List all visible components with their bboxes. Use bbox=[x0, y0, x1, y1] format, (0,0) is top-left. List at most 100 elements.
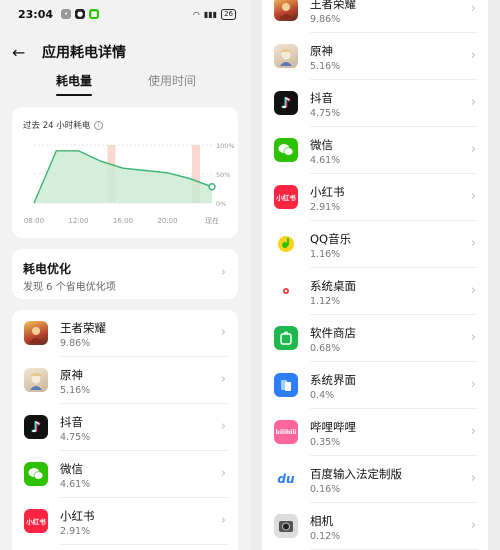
app-battery-percent: 1.16% bbox=[310, 249, 341, 260]
app-name: QQ音乐 bbox=[310, 232, 352, 246]
app-row[interactable]: 小红书 小红书 2.91% › bbox=[262, 174, 488, 221]
icon-glyph: bilibili bbox=[275, 428, 297, 436]
chevron-right-icon: › bbox=[470, 236, 476, 251]
genshin-impact-icon bbox=[24, 368, 48, 392]
app-notify-icon: ■ bbox=[89, 9, 100, 19]
chevron-right-icon: › bbox=[470, 377, 476, 392]
app-row[interactable]: 软件商店 0.68% › bbox=[262, 315, 488, 362]
app-battery-percent: 0.68% bbox=[310, 343, 341, 354]
y-tick-label: 0% bbox=[216, 200, 226, 208]
power-optimization-card[interactable]: 耗电优化 发现 6 个省电优化项 › bbox=[12, 249, 238, 299]
chevron-right-icon: › bbox=[470, 518, 476, 533]
chevron-right-icon: › bbox=[470, 142, 476, 157]
xiaohongshu-icon: 小红书 bbox=[274, 185, 298, 209]
arrow-left-icon[interactable]: ← bbox=[12, 43, 34, 62]
app-name: 哔哩哔哩 bbox=[310, 420, 356, 434]
chevron-right-icon: › bbox=[220, 372, 226, 387]
app-battery-percent: 1.12% bbox=[310, 296, 341, 307]
app-battery-percent: 5.16% bbox=[310, 61, 341, 72]
tab-power-usage[interactable]: 耗电量 bbox=[56, 72, 92, 89]
app-name: 微信 bbox=[60, 462, 83, 476]
app-name: 百度输入法定制版 bbox=[310, 467, 402, 481]
app-battery-percent: 0.12% bbox=[310, 531, 341, 542]
app-battery-percent: 4.61% bbox=[310, 155, 341, 166]
chevron-right-icon: › bbox=[220, 325, 226, 340]
status-right: ◠ ▮▮▮ 26 bbox=[193, 8, 236, 20]
douyin-icon: ♪ bbox=[274, 91, 298, 115]
chat-icon: ● bbox=[75, 9, 86, 19]
left-pane: 23:04 • ● ■ ◠ ▮▮▮ 26 ← 应用耗电详情 耗电量 使用时间 1… bbox=[0, 0, 250, 550]
app-name: 小红书 bbox=[60, 509, 95, 523]
system-launcher-icon bbox=[274, 279, 298, 303]
app-row[interactable]: 相机 0.12% › bbox=[262, 503, 488, 550]
chevron-right-icon: › bbox=[470, 95, 476, 110]
app-row[interactable]: 原神 5.16% › bbox=[262, 33, 488, 80]
app-name: 原神 bbox=[60, 368, 83, 382]
signal-icon: ▮▮▮ bbox=[203, 9, 218, 19]
app-name: 抖音 bbox=[60, 415, 83, 429]
chevron-right-icon: › bbox=[220, 265, 226, 280]
optimization-subtitle: 发现 6 个省电优化项 bbox=[23, 282, 116, 293]
chevron-right-icon: › bbox=[470, 283, 476, 298]
app-list-left: 王者荣耀 9.86% › 原神 5.16% › ♪ 抖音 4.75% › 微信 4.61% › 小红书 小红… bbox=[12, 310, 238, 550]
chevron-right-icon: › bbox=[470, 48, 476, 63]
app-row[interactable]: 系统界面 0.4% › bbox=[262, 362, 488, 409]
app-name: 微信 bbox=[310, 138, 333, 152]
chart-point-current bbox=[208, 183, 216, 191]
divider bbox=[60, 544, 228, 545]
battery-icon: 26 bbox=[221, 8, 236, 20]
app-battery-percent: 9.86% bbox=[60, 338, 91, 349]
x-tick-label: 08:00 bbox=[24, 217, 44, 225]
app-battery-percent: 4.75% bbox=[310, 108, 341, 119]
optimization-title: 耗电优化 bbox=[23, 262, 72, 276]
qq-music-icon bbox=[274, 232, 298, 256]
baidu-input-icon: du bbox=[274, 467, 298, 491]
active-tab-indicator bbox=[56, 94, 92, 96]
genshin-impact-icon bbox=[274, 44, 298, 68]
app-name: 软件商店 bbox=[310, 326, 356, 340]
app-row[interactable]: ♪ 抖音 4.75% › bbox=[262, 80, 488, 127]
status-bar: 23:04 • ● ■ ◠ ▮▮▮ 26 bbox=[18, 6, 236, 22]
app-name: 小红书 bbox=[310, 185, 345, 199]
chevron-right-icon: › bbox=[470, 189, 476, 204]
info-icon[interactable]: i bbox=[94, 120, 104, 130]
icon-glyph: 小红书 bbox=[276, 194, 296, 202]
app-row[interactable]: QQ音乐 1.16% › bbox=[262, 221, 488, 268]
xiaohongshu-icon: 小红书 bbox=[24, 509, 48, 533]
app-battery-percent: 0.4% bbox=[310, 390, 335, 401]
app-row[interactable]: bilibili 哔哩哔哩 0.35% › bbox=[262, 409, 488, 456]
app-row[interactable]: 王者荣耀 9.86% › bbox=[12, 310, 238, 357]
y-tick-label: 50% bbox=[216, 171, 230, 179]
app-battery-percent: 4.61% bbox=[60, 479, 91, 490]
chevron-right-icon: › bbox=[470, 471, 476, 486]
chart-title: 过去 24 小时耗电 bbox=[23, 121, 91, 131]
app-list-right: 王者荣耀 9.86% › 原神 5.16% › ♪ 抖音 4.75% › 微信 4.61% › 小红书 小红… bbox=[262, 0, 488, 550]
app-battery-percent: 4.75% bbox=[60, 432, 91, 443]
app-battery-percent: 5.16% bbox=[60, 385, 91, 396]
app-row[interactable]: 原神 5.16% › bbox=[12, 357, 238, 404]
app-row[interactable]: 微信 4.61% › bbox=[12, 451, 238, 498]
page-title: 应用耗电详情 bbox=[42, 45, 126, 61]
x-tick-label: 16:00 bbox=[113, 217, 133, 225]
app-name: 王者荣耀 bbox=[310, 0, 356, 11]
app-name: 原神 bbox=[310, 44, 333, 58]
app-row[interactable]: 系统桌面 1.12% › bbox=[262, 268, 488, 315]
tab-usage-time[interactable]: 使用时间 bbox=[148, 72, 196, 89]
chevron-right-icon: › bbox=[220, 513, 226, 528]
chevron-right-icon: › bbox=[470, 424, 476, 439]
chevron-right-icon: › bbox=[220, 419, 226, 434]
app-row[interactable]: ♪ 抖音 4.75% › bbox=[12, 404, 238, 451]
app-battery-percent: 9.86% bbox=[310, 14, 341, 25]
app-row[interactable]: 王者荣耀 9.86% › bbox=[262, 0, 488, 33]
app-store-icon bbox=[274, 326, 298, 350]
app-row[interactable]: 小红书 小红书 2.91% › bbox=[12, 498, 238, 545]
app-name: 相机 bbox=[310, 514, 333, 528]
app-row[interactable]: 微信 4.61% › bbox=[262, 127, 488, 174]
x-tick-label: 现在 bbox=[205, 216, 219, 225]
wechat-icon bbox=[24, 462, 48, 486]
notification-dot-icon: • bbox=[61, 9, 72, 19]
chart-title-row: 过去 24 小时耗电 i bbox=[23, 119, 104, 131]
app-row[interactable]: du 百度输入法定制版 0.16% › bbox=[262, 456, 488, 503]
honor-of-kings-icon bbox=[274, 0, 298, 21]
notification-icons: • ● ■ bbox=[61, 9, 100, 19]
